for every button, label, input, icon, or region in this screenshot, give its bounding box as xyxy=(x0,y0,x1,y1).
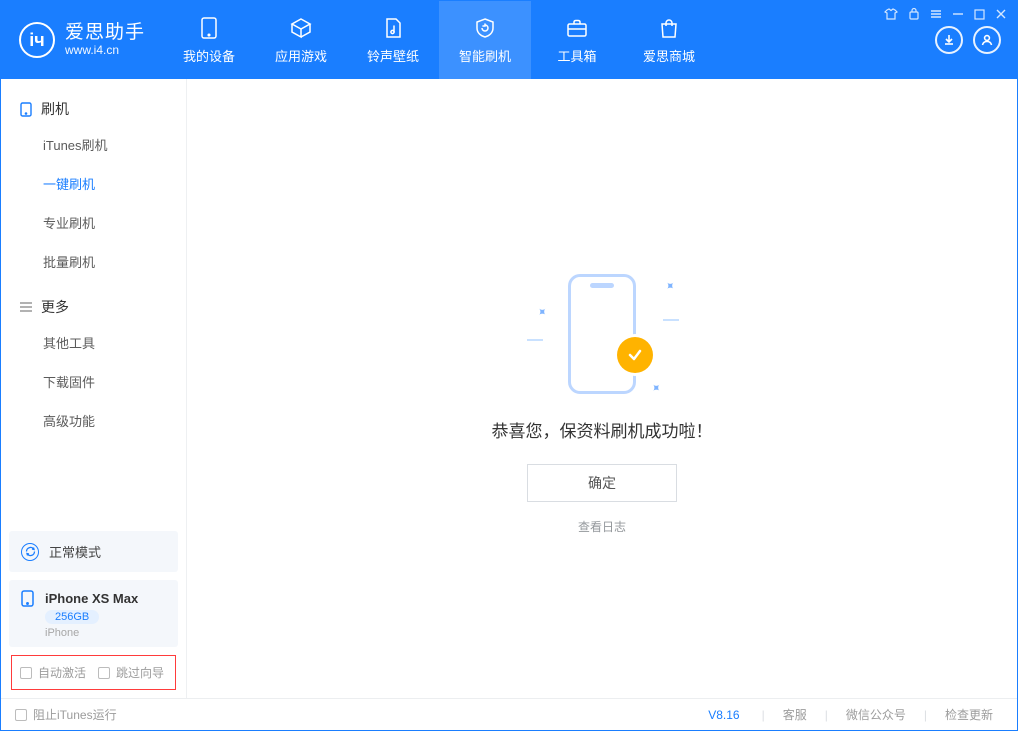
check-update-link[interactable]: 检查更新 xyxy=(935,706,1003,723)
section-title: 刷机 xyxy=(41,99,69,119)
device-mode-card[interactable]: 正常模式 xyxy=(9,531,178,572)
tab-apps-games[interactable]: 应用游戏 xyxy=(255,1,347,79)
tab-toolbox[interactable]: 工具箱 xyxy=(531,1,623,79)
phone-illustration-icon xyxy=(568,274,636,394)
close-button[interactable] xyxy=(995,7,1007,23)
music-file-icon xyxy=(380,16,406,40)
sidebar-item-one-key-flash[interactable]: 一键刷机 xyxy=(1,164,186,203)
sync-icon xyxy=(21,543,39,561)
tab-label: 铃声壁纸 xyxy=(367,46,419,65)
section-title: 更多 xyxy=(41,297,69,317)
tab-smart-flash[interactable]: 智能刷机 xyxy=(439,1,531,79)
tab-label: 智能刷机 xyxy=(459,46,511,65)
sparkle-icon: ✦ xyxy=(661,277,678,294)
lock-icon[interactable] xyxy=(908,7,920,23)
sidebar-item-batch-flash[interactable]: 批量刷机 xyxy=(1,242,186,281)
sparkle-icon: ✦ xyxy=(647,379,664,396)
view-log-link[interactable]: 查看日志 xyxy=(578,518,626,535)
tab-label: 我的设备 xyxy=(183,46,235,65)
flash-options-highlight: 自动激活 跳过向导 xyxy=(11,655,176,690)
checkbox-label: 跳过向导 xyxy=(116,664,164,681)
block-itunes-checkbox[interactable]: 阻止iTunes运行 xyxy=(15,706,117,723)
confirm-button[interactable]: 确定 xyxy=(527,464,677,502)
success-message: 恭喜您，保资料刷机成功啦！ xyxy=(492,417,713,442)
app-logo: iч 爱思助手 www.i4.cn xyxy=(1,1,163,79)
main-panel: ✦ ✦ ✦ 恭喜您，保资料刷机成功啦！ 确定 查看日志 xyxy=(187,79,1017,698)
device-storage: 256GB xyxy=(45,610,99,624)
tab-label: 工具箱 xyxy=(558,46,597,65)
checkbox-label: 自动激活 xyxy=(38,664,86,681)
toolbox-icon xyxy=(564,16,590,40)
tab-label: 爱思商城 xyxy=(643,46,695,65)
skip-guide-checkbox[interactable]: 跳过向导 xyxy=(98,664,164,681)
sidebar: 刷机 iTunes刷机 一键刷机 专业刷机 批量刷机 更多 其他工具 下载固件 … xyxy=(1,79,187,698)
support-link[interactable]: 客服 xyxy=(773,706,817,723)
logo-icon: iч xyxy=(19,22,55,58)
device-type: iPhone xyxy=(45,627,166,639)
maximize-button[interactable] xyxy=(974,7,985,23)
list-icon xyxy=(19,300,33,314)
auto-activate-checkbox[interactable]: 自动激活 xyxy=(20,664,86,681)
menu-icon[interactable] xyxy=(930,7,942,23)
minimize-button[interactable] xyxy=(952,7,964,23)
ray-icon xyxy=(527,339,543,341)
app-header: iч 爱思助手 www.i4.cn 我的设备 应用游戏 铃声壁纸 智能刷机 工具… xyxy=(1,1,1017,79)
sidebar-item-advanced[interactable]: 高级功能 xyxy=(1,401,186,440)
tab-ringtone-wallpaper[interactable]: 铃声壁纸 xyxy=(347,1,439,79)
sidebar-item-other-tools[interactable]: 其他工具 xyxy=(1,323,186,362)
sidebar-section-flash: 刷机 xyxy=(1,89,186,125)
window-controls xyxy=(884,7,1007,23)
wechat-link[interactable]: 微信公众号 xyxy=(836,706,916,723)
device-name: iPhone XS Max xyxy=(45,591,138,606)
shield-refresh-icon xyxy=(472,16,498,40)
download-button[interactable] xyxy=(935,26,963,54)
tab-my-device[interactable]: 我的设备 xyxy=(163,1,255,79)
shirt-icon[interactable] xyxy=(884,7,898,23)
app-name: 爱思助手 xyxy=(65,22,145,44)
app-url: www.i4.cn xyxy=(65,44,145,58)
cube-icon xyxy=(288,16,314,40)
sidebar-section-more: 更多 xyxy=(1,287,186,323)
sparkle-icon: ✦ xyxy=(534,303,551,320)
success-illustration: ✦ ✦ ✦ xyxy=(527,269,677,399)
status-bar: 阻止iTunes运行 V8.16 | 客服 | 微信公众号 | 检查更新 xyxy=(1,698,1017,730)
phone-icon xyxy=(21,590,37,606)
sidebar-item-pro-flash[interactable]: 专业刷机 xyxy=(1,203,186,242)
device-icon xyxy=(19,102,33,116)
version-label: V8.16 xyxy=(694,708,753,722)
device-mode-label: 正常模式 xyxy=(49,542,101,561)
tab-label: 应用游戏 xyxy=(275,46,327,65)
bag-icon xyxy=(656,16,682,40)
device-card[interactable]: iPhone XS Max 256GB iPhone xyxy=(9,580,178,647)
sidebar-item-download-fw[interactable]: 下载固件 xyxy=(1,362,186,401)
success-check-icon xyxy=(617,337,653,373)
top-tabs: 我的设备 应用游戏 铃声壁纸 智能刷机 工具箱 爱思商城 xyxy=(163,1,935,79)
phone-icon xyxy=(196,16,222,40)
account-button[interactable] xyxy=(973,26,1001,54)
tab-store[interactable]: 爱思商城 xyxy=(623,1,715,79)
ray-icon xyxy=(663,319,679,321)
sidebar-item-itunes-flash[interactable]: iTunes刷机 xyxy=(1,125,186,164)
checkbox-label: 阻止iTunes运行 xyxy=(33,706,117,723)
